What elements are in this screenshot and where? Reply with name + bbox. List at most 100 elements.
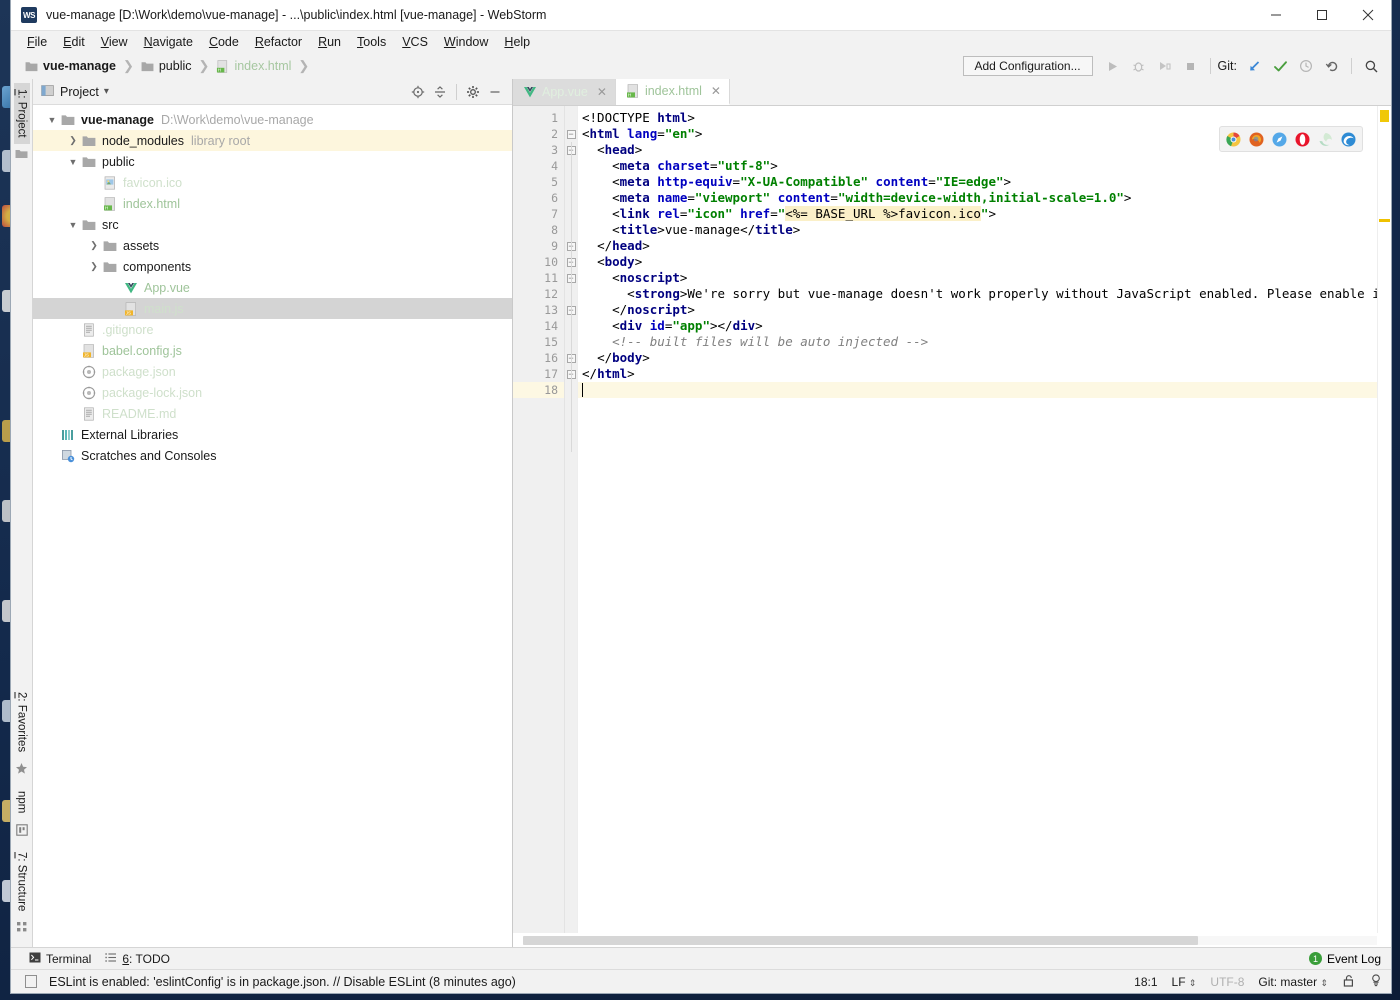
chrome-icon[interactable]	[1225, 131, 1242, 148]
scrollbar-track[interactable]	[523, 935, 1377, 945]
tree-node-public[interactable]: ▼ public	[33, 151, 512, 172]
code-line[interactable]: <strong>We're sorry but vue-manage doesn…	[578, 286, 1377, 302]
firefox-icon[interactable]	[1248, 131, 1265, 148]
sidebar-item-favorites[interactable]: 2: Favorites	[14, 686, 30, 758]
vcs-rollback-icon[interactable]	[1320, 55, 1344, 77]
close-tab-icon[interactable]: ✕	[711, 84, 721, 98]
tree-node-readme-md[interactable]: README.md	[33, 403, 512, 424]
maximize-button[interactable]	[1299, 0, 1345, 30]
bottom-tab-todo[interactable]: 6: TODO	[105, 952, 170, 966]
menu-item-code[interactable]: Code	[201, 33, 247, 51]
menu-item-vcs[interactable]: VCS	[394, 33, 436, 51]
tree-node-components[interactable]: ❯ components	[33, 256, 512, 277]
bottom-tab-terminal[interactable]: Terminal	[29, 952, 91, 966]
sidebar-item-project[interactable]: 1: Project	[13, 83, 30, 144]
collapse-all-icon[interactable]	[429, 81, 451, 103]
horizontal-scrollbar[interactable]	[513, 933, 1391, 947]
menu-item-view[interactable]: View	[93, 33, 136, 51]
minimize-button[interactable]	[1253, 0, 1299, 30]
locate-icon[interactable]	[407, 81, 429, 103]
project-file-tree[interactable]: ▼ vue-manage D:\Work\demo\vue-manage ❯ node_…	[33, 105, 512, 947]
add-configuration-button[interactable]: Add Configuration...	[962, 56, 1093, 76]
editor-tab-app-vue[interactable]: App.vue ✕	[513, 78, 616, 105]
chevron-down-icon[interactable]: ▼	[66, 220, 80, 230]
scrollbar-thumb[interactable]	[523, 935, 1198, 945]
line-separator[interactable]: LF ⇕	[1172, 975, 1197, 989]
tree-node-external-libraries[interactable]: External Libraries	[33, 424, 512, 445]
tree-node-package-json[interactable]: package.json	[33, 361, 512, 382]
vcs-commit-icon[interactable]	[1268, 55, 1292, 77]
hide-panel-icon[interactable]	[484, 81, 506, 103]
edge-legacy-icon[interactable]	[1317, 131, 1334, 148]
chevron-down-icon[interactable]: ▼	[45, 115, 59, 125]
tree-node-favicon-ico[interactable]: favicon.ico	[33, 172, 512, 193]
code-line[interactable]: </body>	[578, 350, 1377, 366]
code-line[interactable]: <!-- built files will be auto injected -…	[578, 334, 1377, 350]
code-line[interactable]	[578, 382, 1377, 398]
debug-icon[interactable]	[1127, 55, 1151, 77]
chevron-right-icon[interactable]: ❯	[66, 135, 80, 146]
tree-node-package-lock-json[interactable]: package-lock.json	[33, 382, 512, 403]
edge-icon[interactable]	[1340, 131, 1357, 148]
code-line[interactable]: </head>	[578, 238, 1377, 254]
code-line[interactable]: <meta http-equiv="X-UA-Compatible" conte…	[578, 174, 1377, 190]
code-line[interactable]: <meta charset="utf-8">	[578, 158, 1377, 174]
code-line[interactable]: <body>	[578, 254, 1377, 270]
code-line[interactable]: <!DOCTYPE html>	[578, 110, 1377, 126]
inspection-icon[interactable]	[1369, 973, 1383, 990]
code-line[interactable]: </html>	[578, 366, 1377, 382]
chevron-right-icon[interactable]: ❯	[87, 261, 101, 272]
code-line[interactable]: <div id="app"></div>	[578, 318, 1377, 334]
code-content[interactable]: <!DOCTYPE html> <html lang="en"> <head> <…	[578, 106, 1377, 933]
sidebar-item-structure[interactable]: 7: Structure	[14, 846, 30, 917]
menu-item-window[interactable]: Window	[436, 33, 496, 51]
tree-node-src[interactable]: ▼ src	[33, 214, 512, 235]
stripe-warning-mark[interactable]	[1379, 219, 1390, 222]
git-branch-widget[interactable]: Git: master ⇕	[1258, 975, 1328, 989]
project-dropdown-icon[interactable]: ▾	[104, 86, 109, 97]
tree-node-node-modules[interactable]: ❯ node_modules library root	[33, 130, 512, 151]
close-tab-icon[interactable]: ✕	[597, 85, 607, 99]
vcs-history-icon[interactable]	[1294, 55, 1318, 77]
tree-node-index-html[interactable]: Hindex.html	[33, 193, 512, 214]
code-line[interactable]: <title>vue-manage</title>	[578, 222, 1377, 238]
menu-item-refactor[interactable]: Refactor	[247, 33, 310, 51]
breadcrumb-item-vue-manage[interactable]: vue-manage	[25, 59, 116, 73]
menu-item-tools[interactable]: Tools	[349, 33, 394, 51]
file-encoding[interactable]: UTF-8	[1210, 975, 1244, 989]
chevron-right-icon[interactable]: ❯	[87, 240, 101, 251]
sidebar-item-npm[interactable]: npm	[14, 785, 30, 819]
coverage-icon[interactable]	[1153, 55, 1177, 77]
run-icon[interactable]	[1101, 55, 1125, 77]
breadcrumb-item-public[interactable]: public	[141, 59, 192, 73]
error-stripe-marker-panel[interactable]	[1377, 106, 1391, 933]
code-line[interactable]: </noscript>	[578, 302, 1377, 318]
chevron-down-icon[interactable]: ▼	[66, 157, 80, 167]
close-button[interactable]	[1345, 0, 1391, 30]
search-everywhere-icon[interactable]	[1359, 55, 1383, 77]
code-line[interactable]: <noscript>	[578, 270, 1377, 286]
menu-item-help[interactable]: Help	[496, 33, 538, 51]
safari-icon[interactable]	[1271, 131, 1288, 148]
tree-node-babel-config-js[interactable]: JS babel.config.js	[33, 340, 512, 361]
warning-indicator[interactable]	[1380, 110, 1389, 122]
fold-toggle-icon[interactable]: −	[565, 126, 577, 142]
code-folding-gutter[interactable]: −−−−−−−−	[565, 106, 578, 933]
menu-item-run[interactable]: Run	[310, 33, 349, 51]
stop-icon[interactable]	[1179, 55, 1203, 77]
code-line[interactable]: <link rel="icon" href="<%= BASE_URL %>fa…	[578, 206, 1377, 222]
tree-node-app-vue[interactable]: App.vue	[33, 277, 512, 298]
menu-item-file[interactable]: File	[19, 33, 55, 51]
breadcrumb-item-index-html[interactable]: Hindex.html	[216, 59, 291, 73]
editor-tab-index-html[interactable]: Hindex.html ✕	[615, 78, 730, 105]
tree-node-assets[interactable]: ❯ assets	[33, 235, 512, 256]
tree-node-main-js[interactable]: JS main.js	[33, 298, 512, 319]
tree-node-scratches-and-consoles[interactable]: Scratches and Consoles	[33, 445, 512, 466]
status-message[interactable]: ESLint is enabled: 'eslintConfig' is in …	[49, 975, 516, 989]
event-log-button[interactable]: 1 Event Log	[1308, 952, 1391, 966]
settings-gear-icon[interactable]	[462, 81, 484, 103]
tree-node--gitignore[interactable]: .gitignore	[33, 319, 512, 340]
opera-icon[interactable]	[1294, 131, 1311, 148]
caret-position[interactable]: 18:1	[1134, 975, 1157, 989]
menu-item-navigate[interactable]: Navigate	[136, 33, 201, 51]
